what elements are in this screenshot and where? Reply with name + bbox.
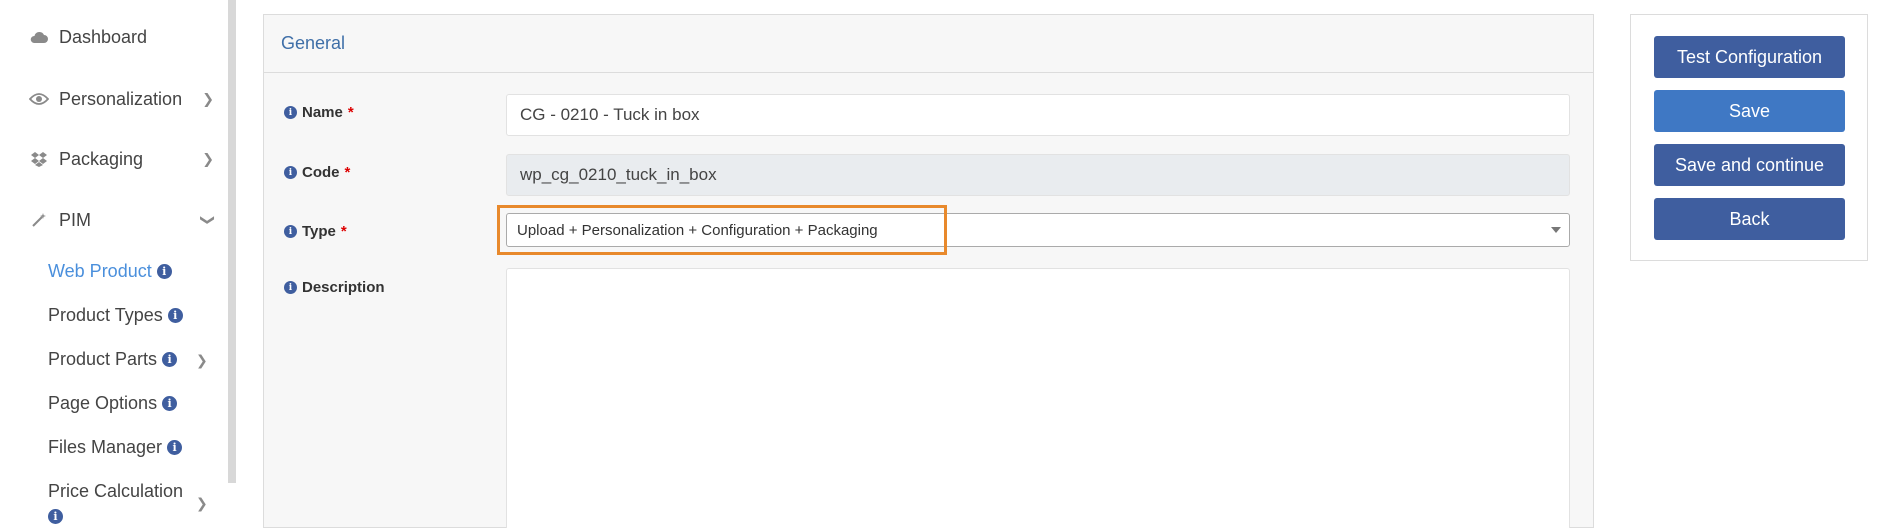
code-label: i Code * — [284, 164, 350, 181]
type-label-text: Type — [302, 223, 336, 240]
sidebar-item-personalization[interactable]: Personalization ❯ — [29, 84, 214, 114]
description-textarea[interactable] — [506, 268, 1570, 528]
sidebar-subitem-label: Web Product — [48, 261, 152, 281]
type-value: Upload + Personalization + Configuration… — [517, 221, 878, 239]
sidebar-subitem-label: Page Options — [48, 393, 158, 413]
name-label: i Name * — [284, 104, 354, 121]
sidebar-item-packaging[interactable]: Packaging ❯ — [29, 144, 214, 174]
sidebar-subitem-web-product[interactable]: Web Product i — [48, 261, 172, 282]
sidebar-subitem-product-types[interactable]: Product Types i — [48, 305, 183, 326]
info-icon: i — [284, 106, 297, 119]
save-button[interactable]: Save — [1654, 90, 1845, 132]
chevron-right-icon: ❯ — [196, 352, 208, 368]
info-icon: i — [156, 264, 172, 279]
required-mark: * — [347, 104, 354, 121]
sidebar-subitem-price-calculation[interactable]: Price Calculation — [48, 481, 183, 502]
name-label-text: Name — [302, 104, 343, 121]
type-select[interactable]: Upload + Personalization + Configuration… — [506, 213, 1570, 247]
info-icon: i — [284, 281, 297, 294]
sidebar-item-label: Dashboard — [59, 26, 148, 47]
sidebar-subitem-label: Files Manager — [48, 437, 163, 457]
dropdown-arrow-icon — [1551, 227, 1561, 233]
sidebar-item-label: Personalization — [59, 88, 183, 109]
info-icon: i — [167, 440, 183, 455]
sidebar-subitem-label: Product Types — [48, 305, 163, 325]
dropbox-icon — [29, 149, 49, 169]
info-icon: i — [162, 352, 178, 367]
save-and-continue-button[interactable]: Save and continue — [1654, 144, 1845, 186]
chevron-right-icon: ❯ — [196, 495, 208, 511]
sidebar-subitem-files-manager[interactable]: Files Manager i — [48, 437, 183, 458]
sidebar-subitem-page-options[interactable]: Page Options i — [48, 393, 178, 414]
info-icon: i — [48, 509, 63, 524]
info-icon: i — [284, 166, 297, 179]
required-mark: * — [344, 164, 351, 181]
sidebar-subitem-label: Product Parts — [48, 349, 158, 369]
name-input[interactable]: CG - 0210 - Tuck in box — [506, 94, 1570, 136]
type-label: i Type * — [284, 223, 347, 240]
sidebar-subitem-product-parts[interactable]: Product Parts i — [48, 349, 178, 370]
chevron-right-icon: ❯ — [202, 150, 214, 167]
code-value: wp_cg_0210_tuck_in_box — [520, 165, 717, 184]
sidebar-item-pim[interactable]: PIM ❯ — [29, 205, 217, 235]
sidebar-item-label: Packaging — [59, 148, 144, 169]
eye-icon — [29, 89, 49, 109]
panel-title: General — [264, 15, 1593, 73]
sidebar-scrollbar[interactable] — [228, 0, 236, 483]
code-label-text: Code — [302, 164, 340, 181]
sidebar-item-label: PIM — [59, 209, 92, 230]
info-icon: i — [167, 308, 183, 323]
magic-wand-icon — [29, 210, 49, 230]
sidebar: Dashboard Personalization ❯ Packaging ❯ … — [0, 0, 228, 528]
back-button[interactable]: Back — [1654, 198, 1845, 240]
chevron-right-icon: ❯ — [202, 90, 214, 107]
code-input: wp_cg_0210_tuck_in_box — [506, 154, 1570, 196]
description-label: i Description — [284, 279, 385, 296]
sidebar-item-dashboard[interactable]: Dashboard — [29, 22, 214, 52]
required-mark: * — [340, 223, 347, 240]
name-value: CG - 0210 - Tuck in box — [520, 105, 700, 124]
info-icon: i — [162, 396, 178, 411]
chevron-down-icon: ❯ — [200, 214, 217, 226]
info-icon: i — [284, 225, 297, 238]
description-label-text: Description — [302, 279, 385, 296]
sidebar-subitem-label: Price Calculation — [48, 481, 184, 501]
test-configuration-button[interactable]: Test Configuration — [1654, 36, 1845, 78]
cloud-icon — [29, 27, 49, 47]
